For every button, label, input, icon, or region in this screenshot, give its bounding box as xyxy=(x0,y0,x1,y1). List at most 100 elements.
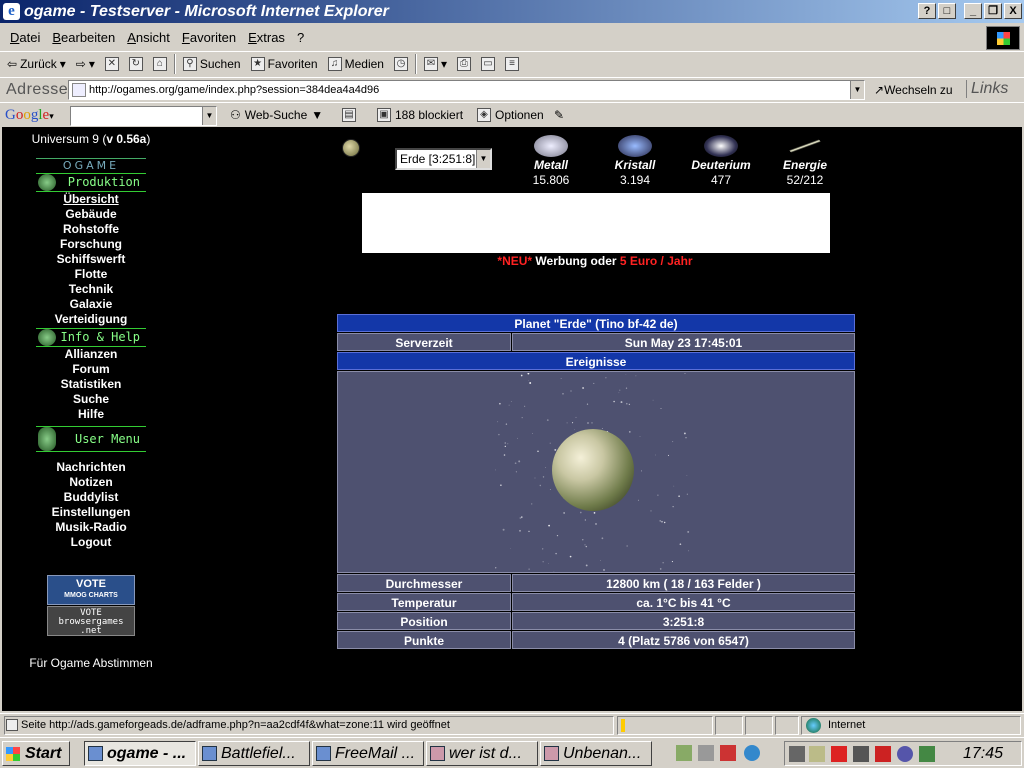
nav-nachrichten[interactable]: Nachrichten xyxy=(2,460,180,475)
nav-einstellungen[interactable]: Einstellungen xyxy=(2,505,180,520)
edit-button[interactable]: ▭ xyxy=(478,54,498,74)
google-toolbar: Google▾ ▼ ⚇ Web-Suche ▼ ▤ ▣ 188 blockiert ◈… xyxy=(0,102,1024,127)
menu-ansicht[interactable]: Ansicht xyxy=(121,30,176,45)
links-button[interactable]: Links xyxy=(966,80,1008,98)
task-battlefield[interactable]: Battlefiel... xyxy=(198,741,310,766)
vote-browsergames-banner[interactable]: VOTE browsergames .net xyxy=(47,606,135,636)
menu-favoriten[interactable]: Favoriten xyxy=(176,30,242,45)
ati-icon[interactable] xyxy=(875,746,891,762)
dropdown-arrow-icon[interactable]: ▼ xyxy=(202,107,216,125)
clock[interactable]: 17:45 xyxy=(963,742,1003,765)
google-search-input[interactable]: ▼ xyxy=(70,106,217,126)
task-freemail[interactable]: FreeMail ... xyxy=(312,741,424,766)
history-button[interactable]: ◷ xyxy=(391,54,411,74)
history-icon: ◷ xyxy=(393,57,408,71)
nav-rohstoffe[interactable]: Rohstoffe xyxy=(2,222,180,237)
task-wer-ist[interactable]: wer ist d... xyxy=(426,741,538,766)
home-button[interactable]: ⌂ xyxy=(150,54,170,74)
page-content: Universum 9 (v 0.56a) OGAME Produktion Ü… xyxy=(2,127,1022,711)
network-icon[interactable] xyxy=(897,746,913,762)
restore-small-icon[interactable]: □ xyxy=(938,3,956,19)
refresh-button[interactable]: ↻ xyxy=(126,54,146,74)
deuterium-icon xyxy=(704,135,738,157)
nav-verteidigung[interactable]: Verteidigung xyxy=(2,312,180,327)
nav-logout[interactable]: Logout xyxy=(2,535,180,550)
planet-title[interactable]: Planet "Erde" (Tino bf-42 de) xyxy=(337,314,855,332)
media-button[interactable]: ♫ Medien xyxy=(325,54,387,74)
menu-extras[interactable]: Extras xyxy=(242,30,291,45)
nav-forschung[interactable]: Forschung xyxy=(2,237,180,252)
favorites-button[interactable]: ★ Favoriten xyxy=(248,54,321,74)
nav-notizen[interactable]: Notizen xyxy=(2,475,180,490)
news-button[interactable]: ▤ xyxy=(342,108,356,122)
google-logo[interactable]: Google▾ xyxy=(5,107,54,124)
print-button[interactable]: ⎙ xyxy=(454,54,474,74)
nav-statistiken[interactable]: Statistiken xyxy=(2,377,180,392)
nav-flotte[interactable]: Flotte xyxy=(2,267,180,282)
dropdown-arrow-icon: ▾ xyxy=(49,111,54,121)
quicklaunch-icon[interactable] xyxy=(698,745,714,761)
ie-logo-icon: e xyxy=(3,3,20,20)
ie-quicklaunch-icon[interactable] xyxy=(744,745,760,761)
ad-link[interactable]: *NEU* Werbung oder 5 Euro / Jahr xyxy=(338,254,852,268)
planet-select[interactable]: Erde [3:251:8] ▼ xyxy=(395,148,492,170)
menu-bearbeiten[interactable]: Bearbeiten xyxy=(46,30,121,45)
overview-table: Planet "Erde" (Tino bf-42 de) Serverzeit… xyxy=(337,314,855,650)
go-button[interactable]: ↗Wechseln zu xyxy=(874,83,953,97)
quicklaunch-icon[interactable] xyxy=(676,745,692,761)
menu-datei[interactable]: Datei xyxy=(4,30,46,45)
nav-schiffswerft[interactable]: Schiffswerft xyxy=(2,252,180,267)
title-bar[interactable]: e ogame - Testserver - Microsoft Interne… xyxy=(0,0,1024,23)
discuss-button[interactable]: ≡ xyxy=(502,54,522,74)
mail-button[interactable]: ✉ ▾ xyxy=(421,54,450,74)
nav-gebaeude[interactable]: Gebäude xyxy=(2,207,180,222)
start-button[interactable]: Start xyxy=(2,741,70,766)
stop-button[interactable]: ✕ xyxy=(102,54,122,74)
favorites-icon: ★ xyxy=(250,57,265,71)
task-unbenannt[interactable]: Unbenan... xyxy=(540,741,652,766)
planet-image[interactable] xyxy=(495,373,695,572)
options-button[interactable]: ◈ Optionen xyxy=(477,108,544,122)
nav-technik[interactable]: Technik xyxy=(2,282,180,297)
nav-suche[interactable]: Suche xyxy=(2,392,180,407)
nav-buddylist[interactable]: Buddylist xyxy=(2,490,180,505)
popup-blocker-button[interactable]: ▣ 188 blockiert xyxy=(377,108,463,122)
quicklaunch-icon[interactable] xyxy=(720,745,736,761)
volume-icon[interactable] xyxy=(809,746,825,762)
address-input[interactable]: http://ogames.org/game/index.php?session… xyxy=(68,80,865,100)
binoculars-icon: ⚇ xyxy=(230,108,241,122)
restore-button[interactable]: ❐ xyxy=(984,3,1002,19)
nav-hilfe[interactable]: Hilfe xyxy=(2,407,180,422)
production-header: Produktion xyxy=(36,173,146,192)
servertime-value: Sun May 23 17:45:01 xyxy=(512,333,855,351)
minimize-button[interactable]: _ xyxy=(964,3,982,19)
menu-help[interactable]: ? xyxy=(291,30,310,45)
dropdown-arrow-icon[interactable]: ▼ xyxy=(476,150,490,168)
info-icon xyxy=(38,329,56,346)
tray-icon[interactable] xyxy=(789,746,805,762)
back-button[interactable]: ⇦ Zurück ▾ xyxy=(4,54,69,74)
web-search-button[interactable]: ⚇ Web-Suche ▼ xyxy=(230,108,323,122)
help-icon[interactable]: ? xyxy=(918,3,936,19)
nav-forum[interactable]: Forum xyxy=(2,362,180,377)
highlight-button[interactable]: ✎ xyxy=(554,108,564,122)
discuss-icon: ≡ xyxy=(505,57,519,71)
nav-uebersicht[interactable]: Übersicht xyxy=(2,192,180,207)
task-ogame[interactable]: ogame - ... xyxy=(84,741,196,766)
page-loading-icon xyxy=(6,719,18,731)
tray-icon[interactable] xyxy=(919,746,935,762)
search-tray-icon[interactable] xyxy=(853,746,869,762)
forward-button[interactable]: ⇨ ▾ xyxy=(73,54,98,74)
nav-allianzen[interactable]: Allianzen xyxy=(2,347,180,362)
antivirus-icon[interactable] xyxy=(831,746,847,762)
nav-galaxie[interactable]: Galaxie xyxy=(2,297,180,312)
dropdown-arrow-icon[interactable]: ▼ xyxy=(850,81,864,99)
ad-banner[interactable] xyxy=(362,193,830,253)
close-button[interactable]: X xyxy=(1004,3,1022,19)
vote-mmog-charts-banner[interactable]: VOTE MMOG CHARTS xyxy=(47,575,135,605)
home-icon: ⌂ xyxy=(152,57,167,71)
search-button[interactable]: ⚲ Suchen xyxy=(180,54,244,74)
detail-value: 3:251:8 xyxy=(512,612,855,630)
planet-thumbnail[interactable] xyxy=(342,139,360,157)
nav-musik-radio[interactable]: Musik-Radio xyxy=(2,520,180,535)
